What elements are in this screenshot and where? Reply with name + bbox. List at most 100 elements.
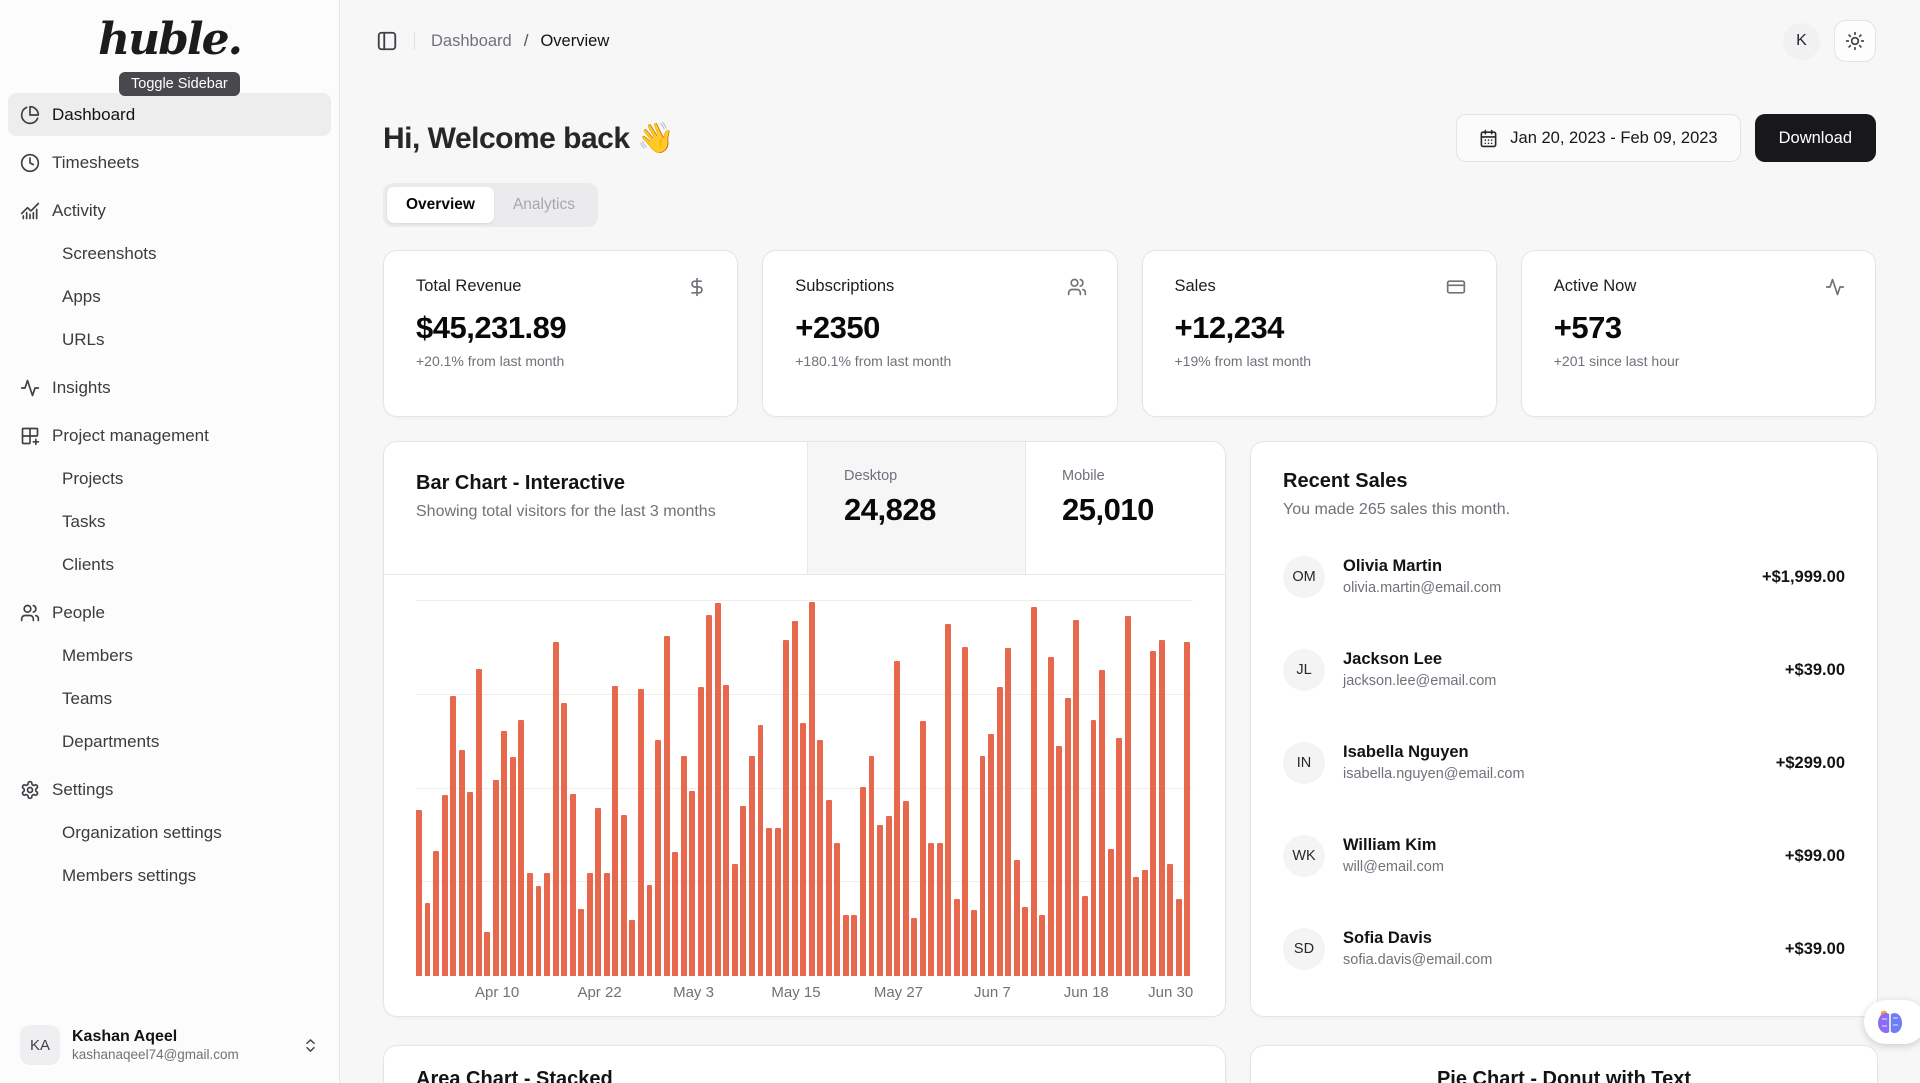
bar[interactable] bbox=[723, 685, 729, 976]
bar[interactable] bbox=[416, 810, 422, 977]
bar[interactable] bbox=[544, 873, 550, 977]
bar[interactable] bbox=[962, 647, 968, 976]
bar[interactable] bbox=[1022, 907, 1028, 976]
sidebar-item-members[interactable]: Members bbox=[8, 634, 331, 677]
sidebar-item-apps[interactable]: Apps bbox=[8, 275, 331, 318]
sidebar-item-teams[interactable]: Teams bbox=[8, 677, 331, 720]
bar[interactable] bbox=[860, 787, 866, 976]
bar[interactable] bbox=[1116, 738, 1122, 976]
bar[interactable] bbox=[1091, 720, 1097, 976]
bar[interactable] bbox=[629, 920, 635, 976]
bar[interactable] bbox=[467, 792, 473, 976]
bar[interactable] bbox=[655, 740, 661, 976]
bar[interactable] bbox=[809, 602, 815, 976]
bar[interactable] bbox=[928, 843, 934, 976]
bar[interactable] bbox=[433, 851, 439, 976]
bar[interactable] bbox=[706, 615, 712, 976]
bar[interactable] bbox=[817, 740, 823, 976]
bar[interactable] bbox=[1159, 640, 1165, 976]
sidebar-item-organization-settings[interactable]: Organization settings bbox=[8, 811, 331, 854]
sidebar-user-menu[interactable]: KA Kashan Aqeel kashanaqeel74@gmail.com bbox=[12, 1017, 327, 1073]
bar[interactable] bbox=[1005, 648, 1011, 977]
bar[interactable] bbox=[903, 801, 909, 976]
breadcrumb-parent[interactable]: Dashboard bbox=[431, 32, 512, 51]
sidebar-item-timesheets[interactable]: Timesheets bbox=[8, 141, 331, 184]
account-avatar[interactable]: K bbox=[1783, 23, 1820, 60]
theme-toggle-button[interactable] bbox=[1834, 20, 1876, 62]
bar[interactable] bbox=[775, 828, 781, 976]
bar[interactable] bbox=[740, 806, 746, 976]
bar[interactable] bbox=[851, 915, 857, 976]
bar[interactable] bbox=[698, 687, 704, 976]
bar[interactable] bbox=[800, 723, 806, 977]
series-toggle-desktop[interactable]: Desktop24,828 bbox=[807, 442, 1025, 574]
bar[interactable] bbox=[954, 899, 960, 976]
bar[interactable] bbox=[647, 885, 653, 977]
sidebar-item-members-settings[interactable]: Members settings bbox=[8, 854, 331, 897]
assistant-launcher[interactable] bbox=[1864, 1000, 1920, 1044]
bar[interactable] bbox=[510, 757, 516, 976]
sidebar-item-clients[interactable]: Clients bbox=[8, 543, 331, 586]
bar[interactable] bbox=[1167, 864, 1173, 976]
bar[interactable] bbox=[689, 791, 695, 976]
bar[interactable] bbox=[527, 873, 533, 976]
bar[interactable] bbox=[1108, 849, 1114, 976]
bar[interactable] bbox=[877, 825, 883, 976]
sidebar-item-projects[interactable]: Projects bbox=[8, 457, 331, 500]
bar[interactable] bbox=[1014, 860, 1020, 976]
sidebar-item-screenshots[interactable]: Screenshots bbox=[8, 232, 331, 275]
sidebar-item-settings[interactable]: Settings bbox=[8, 768, 331, 811]
bar[interactable] bbox=[536, 886, 542, 976]
bars-container[interactable] bbox=[416, 601, 1193, 976]
bar[interactable] bbox=[561, 703, 567, 976]
bar[interactable] bbox=[425, 903, 431, 976]
bar[interactable] bbox=[732, 864, 738, 976]
sidebar-item-urls[interactable]: URLs bbox=[8, 318, 331, 361]
bar[interactable] bbox=[766, 828, 772, 976]
bar[interactable] bbox=[1048, 657, 1054, 976]
sidebar-item-dashboard[interactable]: Dashboard bbox=[8, 93, 331, 136]
bar[interactable] bbox=[1073, 620, 1079, 976]
bar[interactable] bbox=[826, 800, 832, 976]
bar[interactable] bbox=[638, 689, 644, 976]
sidebar-toggle-button[interactable] bbox=[370, 24, 404, 58]
bar[interactable] bbox=[1039, 915, 1045, 976]
bar[interactable] bbox=[783, 640, 789, 976]
bar[interactable] bbox=[493, 780, 499, 976]
bar[interactable] bbox=[442, 795, 448, 977]
bar[interactable] bbox=[971, 910, 977, 976]
bar[interactable] bbox=[681, 756, 687, 976]
bar[interactable] bbox=[749, 756, 755, 976]
bar[interactable] bbox=[476, 669, 482, 976]
bar[interactable] bbox=[792, 621, 798, 976]
bar[interactable] bbox=[988, 734, 994, 976]
bar[interactable] bbox=[1176, 899, 1182, 976]
bar[interactable] bbox=[459, 750, 465, 976]
bar[interactable] bbox=[758, 725, 764, 976]
bar[interactable] bbox=[570, 794, 576, 976]
bar[interactable] bbox=[518, 720, 524, 977]
sidebar-item-departments[interactable]: Departments bbox=[8, 720, 331, 763]
bar[interactable] bbox=[595, 808, 601, 976]
bar[interactable] bbox=[1099, 670, 1105, 976]
tab-overview[interactable]: Overview bbox=[387, 187, 494, 223]
bar[interactable] bbox=[1133, 877, 1139, 976]
bar[interactable] bbox=[1056, 746, 1062, 976]
sidebar-item-people[interactable]: People bbox=[8, 591, 331, 634]
bar[interactable] bbox=[604, 873, 610, 977]
bar[interactable] bbox=[553, 642, 559, 977]
bar[interactable] bbox=[911, 918, 917, 977]
sidebar-item-activity[interactable]: Activity bbox=[8, 189, 331, 232]
bar[interactable] bbox=[869, 756, 875, 977]
bar[interactable] bbox=[501, 731, 507, 976]
series-toggle-mobile[interactable]: Mobile25,010 bbox=[1025, 442, 1225, 574]
bar[interactable] bbox=[587, 873, 593, 976]
sidebar-item-tasks[interactable]: Tasks bbox=[8, 500, 331, 543]
bar[interactable] bbox=[997, 687, 1003, 976]
bar[interactable] bbox=[1065, 698, 1071, 976]
sidebar-item-insights[interactable]: Insights bbox=[8, 366, 331, 409]
bar[interactable] bbox=[834, 843, 840, 976]
download-button[interactable]: Download bbox=[1755, 114, 1876, 162]
bar[interactable] bbox=[1125, 616, 1131, 976]
bar[interactable] bbox=[612, 686, 618, 976]
